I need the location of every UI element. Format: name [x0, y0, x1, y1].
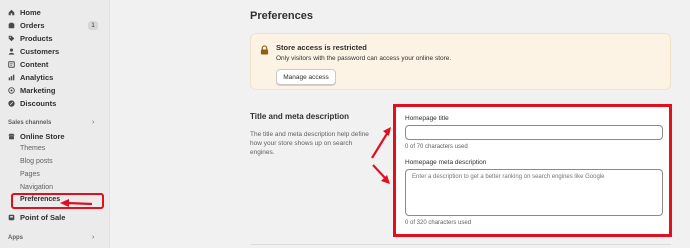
sidebar-item-orders[interactable]: Orders: [8, 19, 45, 32]
manage-access-button[interactable]: Manage access: [276, 69, 336, 85]
sidebar-item-label: Customers: [20, 47, 60, 56]
sidebar-item-label: Analytics: [20, 73, 54, 82]
sidebar-item-label: Online Store: [20, 132, 65, 141]
annotation-arrow-meta: [372, 164, 387, 180]
sales-channels-heading: Sales channels: [8, 120, 52, 126]
banner-title: Store access is restricted: [276, 43, 367, 52]
divider: [250, 244, 671, 245]
annotation-arrowhead-title: [383, 127, 391, 136]
sidebar-item-customers[interactable]: Customers: [8, 45, 59, 58]
meta-description-textarea[interactable]: [405, 169, 663, 216]
target-icon: [8, 87, 15, 94]
orders-icon: [8, 22, 15, 29]
sidebar-item-label: Content: [20, 60, 49, 69]
sidebar-item-point-of-sale[interactable]: Point of Sale: [8, 211, 65, 224]
sidebar-subitem-preferences[interactable]: Preferences: [20, 196, 60, 203]
sidebar-item-discounts[interactable]: Discounts: [8, 97, 56, 110]
section-title: Title and meta description: [250, 112, 349, 121]
banner-description: Only visitors with the password can acce…: [276, 55, 452, 62]
sidebar-item-online-store[interactable]: Online Store: [8, 130, 65, 143]
sidebar-item-label: Home: [20, 8, 41, 17]
tag-icon: [8, 35, 15, 42]
sidebar-item-label: Point of Sale: [20, 213, 66, 222]
sidebar-subitem-themes[interactable]: Themes: [20, 145, 45, 152]
homepage-title-char-count: 0 of 70 characters used: [405, 144, 468, 150]
content-icon: [8, 61, 15, 68]
apps-heading: Apps: [8, 235, 23, 241]
pos-icon: [8, 214, 15, 221]
sidebar-item-content[interactable]: Content: [8, 58, 48, 71]
orders-count-badge: 1: [88, 21, 98, 30]
annotation-arrowhead-meta: [381, 175, 390, 184]
sidebar-item-label: Orders: [20, 21, 45, 30]
lock-icon: [260, 42, 269, 55]
sidebar-item-label: Discounts: [20, 99, 57, 108]
discount-icon: [8, 100, 15, 107]
chevron-right-icon[interactable]: ›: [92, 119, 94, 126]
sidebar-subitem-pages[interactable]: Pages: [20, 171, 40, 178]
chart-icon: [8, 74, 15, 81]
title-meta-card: Homepage title 0 of 70 characters used H…: [393, 104, 672, 237]
sidebar-item-home[interactable]: Home: [8, 6, 41, 19]
sidebar-subitem-blog-posts[interactable]: Blog posts: [20, 158, 53, 165]
sidebar-item-label: Marketing: [20, 86, 56, 95]
homepage-title-input[interactable]: [405, 125, 663, 140]
meta-description-label: Homepage meta description: [405, 159, 487, 166]
store-access-banner: Store access is restricted Only visitors…: [250, 33, 671, 90]
chevron-right-icon[interactable]: ›: [92, 234, 94, 241]
page-title: Preferences: [250, 10, 313, 22]
homepage-title-label: Homepage title: [405, 115, 449, 122]
sidebar-item-analytics[interactable]: Analytics: [8, 71, 53, 84]
sidebar-subitem-navigation[interactable]: Navigation: [20, 184, 53, 191]
sidebar: Home Orders 1 Products Customers Content…: [0, 0, 110, 248]
store-icon: [8, 133, 15, 140]
person-icon: [8, 48, 15, 55]
home-icon: [8, 9, 15, 16]
sidebar-item-products[interactable]: Products: [8, 32, 53, 45]
sidebar-item-marketing[interactable]: Marketing: [8, 84, 55, 97]
meta-description-char-count: 0 of 320 characters used: [405, 220, 472, 226]
sidebar-item-label: Products: [20, 34, 53, 43]
section-description: The title and meta description help defi…: [250, 131, 369, 156]
